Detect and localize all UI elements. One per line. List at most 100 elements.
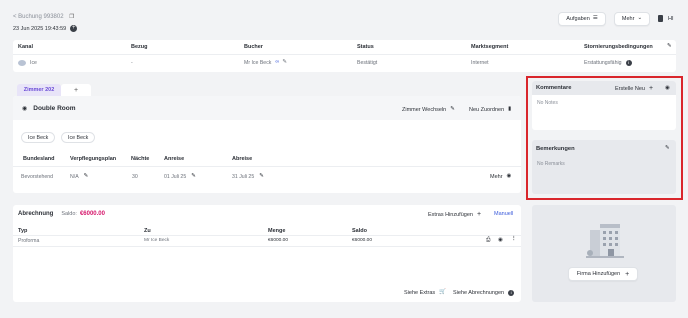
- edit-icon[interactable]: ✎: [667, 43, 672, 50]
- add-extras-label: Extras Hinzufügen: [428, 211, 473, 218]
- tasks-label: Aufgaben: [566, 16, 590, 22]
- storno-value: Erstattungsfähig: [584, 60, 622, 66]
- edit-icon[interactable]: ✎: [665, 145, 670, 152]
- row-saldo-value: €6000.00: [352, 238, 373, 243]
- add-company-label: Firma Hinzufügen: [576, 271, 621, 277]
- plus-icon: +: [476, 211, 482, 218]
- room-more-button[interactable]: Mehr ◉: [490, 174, 511, 180]
- reassign-label: Neu Zuordnen: [469, 107, 505, 113]
- anreise-cell: 01 Juli 25 ✎: [164, 174, 196, 180]
- building-illustration-icon: [586, 224, 624, 258]
- room-more-label: Mehr: [490, 174, 503, 180]
- col-marktsegment: Marktsegment: [471, 44, 509, 50]
- col-bundesland: Bundesland: [23, 156, 55, 162]
- col-bucher: Bucher: [244, 44, 263, 50]
- datetime-text: 23 Jun 2025 19:43:59: [13, 25, 67, 32]
- add-room-tab[interactable]: +: [61, 84, 91, 96]
- see-billing-label: Siehe Abrechnungen: [453, 290, 505, 296]
- col-zu: Zu: [144, 228, 151, 234]
- billing-header: Abrechnung Saldo: €6000.00: [18, 211, 105, 217]
- divider: [13, 246, 521, 247]
- reassign-button[interactable]: Neu Zuordnen ▮: [469, 107, 511, 113]
- bucher-value[interactable]: Mr Ice Beck: [244, 60, 271, 66]
- remarks-empty: No Remarks: [537, 161, 565, 167]
- info-icon[interactable]: i: [625, 60, 632, 66]
- add-extras-button[interactable]: Extras Hinzufügen +: [428, 211, 481, 218]
- col-kanal: Kanal: [18, 44, 33, 50]
- plus-icon: +: [625, 270, 630, 278]
- col-naechte: Nächte: [131, 156, 150, 162]
- chevron-down-icon: ⌄: [637, 15, 643, 22]
- col-storno: Stornierungsbedingungen: [584, 44, 653, 50]
- col-verpflegungsplan: Verpflegungsplan: [70, 156, 117, 162]
- room-panel: ◉ Double Room Zimmer Wechseln ✎ Neu Zuor…: [13, 96, 521, 193]
- bezug-value: -: [131, 60, 133, 66]
- eye-icon[interactable]: ◉: [665, 85, 670, 92]
- add-circle-icon[interactable]: +: [70, 25, 78, 32]
- kebab-menu-icon[interactable]: ⋮: [511, 236, 517, 243]
- booking-summary-table: Kanal Bezug Bucher Status Marktsegment S…: [13, 40, 676, 72]
- edit-icon[interactable]: ✎: [84, 174, 89, 180]
- company-panel: Firma Hinzufügen +: [532, 205, 676, 302]
- divider: [13, 54, 676, 55]
- verpflegung-value: N/A: [70, 174, 79, 180]
- col-anreise: Anreise: [164, 156, 185, 162]
- col-saldo: Saldo: [352, 228, 367, 234]
- user-menu[interactable]: HI: [658, 15, 674, 22]
- billing-panel: Abrechnung Saldo: €6000.00 Extras Hinzuf…: [13, 205, 521, 302]
- tag-icon: ◉: [22, 105, 28, 112]
- manual-link[interactable]: Manuell: [494, 211, 513, 217]
- menge-value: €6000.00: [268, 238, 289, 243]
- info-icon: i: [508, 290, 515, 296]
- tasks-button[interactable]: Aufgaben ☰: [558, 12, 606, 26]
- eye-icon: ◉: [506, 173, 512, 180]
- col-typ: Typ: [18, 228, 28, 234]
- comments-empty: No Notes: [537, 100, 558, 106]
- back-link[interactable]: < Buchung 993802 ❐: [13, 14, 74, 21]
- see-extras-button[interactable]: Siehe Extras 🛒: [404, 290, 446, 296]
- edit-icon[interactable]: ✎: [191, 174, 196, 180]
- billing-title: Abrechnung: [18, 211, 54, 217]
- create-label: Erstelle Neu: [615, 85, 645, 92]
- saldo-label: Saldo:: [61, 211, 77, 217]
- change-room-button[interactable]: Zimmer Wechseln ✎: [402, 107, 455, 113]
- abreise-cell: 31 Juli 25 ✎: [232, 174, 264, 180]
- more-label: Mehr: [621, 16, 635, 22]
- kanal-value: Ice: [30, 60, 37, 66]
- col-menge: Menge: [268, 228, 286, 234]
- col-bezug: Bezug: [131, 44, 148, 50]
- zu-value: Mr Ice Beck: [144, 238, 170, 243]
- edit-icon[interactable]: ✎: [259, 174, 264, 180]
- see-billing-button[interactable]: Siehe Abrechnungen i: [453, 290, 515, 296]
- tab-zimmer-202[interactable]: Zimmer 202: [17, 84, 61, 96]
- col-status: Status: [357, 44, 374, 50]
- cart-icon: 🛒: [439, 289, 447, 296]
- room-type: ◉ Double Room: [22, 105, 76, 112]
- change-room-label: Zimmer Wechseln: [402, 107, 447, 113]
- guest-chip[interactable]: Ice Beck: [21, 132, 56, 143]
- typ-value: Proforma: [18, 238, 40, 244]
- marktsegment-value: Internet: [471, 60, 489, 66]
- print-icon[interactable]: ⎙: [486, 237, 490, 244]
- anreise-value: 01 Juli 25: [164, 174, 187, 180]
- edit-icon[interactable]: ✎: [282, 60, 287, 66]
- naechte-value: 30: [132, 174, 138, 180]
- remarks-title: Bemerkungen: [536, 146, 575, 152]
- guest-chip[interactable]: Ice Beck: [61, 132, 96, 143]
- create-comment-button[interactable]: Erstelle Neu +: [615, 85, 653, 92]
- verpflegung-cell: N/A ✎: [70, 174, 88, 180]
- copy-icon[interactable]: ❐: [69, 14, 74, 21]
- saldo-value: €6000.00: [79, 211, 105, 217]
- row-storno: Erstattungsfähig i: [584, 60, 632, 66]
- channel-logo-icon: [18, 60, 26, 66]
- plus-icon: +: [648, 85, 654, 92]
- divider: [13, 166, 521, 167]
- link-icon[interactable]: ∞: [275, 60, 279, 66]
- building-icon: [658, 15, 663, 22]
- more-menu-button[interactable]: Mehr ⌄: [614, 12, 650, 26]
- booking-datetime: 23 Jun 2025 19:43:59 +: [13, 25, 78, 32]
- eye-icon[interactable]: ◉: [498, 237, 503, 244]
- door-icon: ▮: [508, 106, 512, 113]
- divider: [13, 235, 521, 236]
- add-company-button[interactable]: Firma Hinzufügen +: [568, 267, 638, 281]
